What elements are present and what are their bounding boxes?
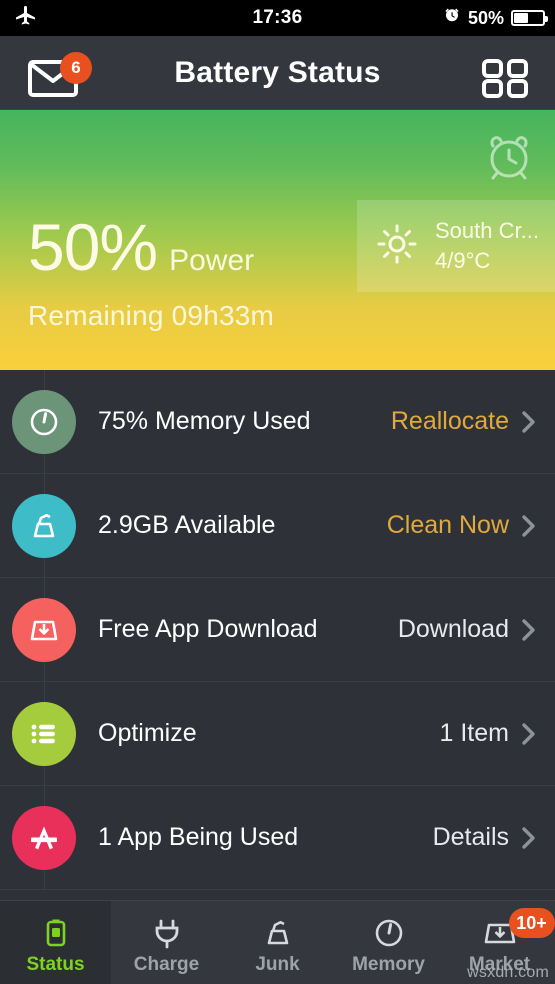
app-header: 6 Battery Status xyxy=(0,36,555,110)
alarm-icon xyxy=(443,7,461,30)
chevron-right-icon[interactable] xyxy=(515,825,541,851)
list-item-label: 1 App Being Used xyxy=(98,823,299,851)
list-item-action[interactable]: Details xyxy=(433,823,509,852)
tab-label: Status xyxy=(26,953,85,975)
tab-badge: 10+ xyxy=(508,907,555,938)
plug-icon xyxy=(150,910,184,950)
list-item-label: Free App Download xyxy=(98,615,318,643)
list-item-label: 2.9GB Available xyxy=(98,511,276,539)
watermark: wsxdn.com xyxy=(467,964,549,981)
status-bar: 17:36 50% xyxy=(0,0,555,36)
tab-label: Memory xyxy=(352,953,425,975)
tab-label: Charge xyxy=(133,953,200,975)
grid-menu-button[interactable] xyxy=(481,58,529,98)
chevron-right-icon[interactable] xyxy=(515,409,541,435)
battery-icon xyxy=(511,10,548,26)
page-title: Battery Status xyxy=(174,55,381,89)
list-item-action[interactable]: Download xyxy=(398,615,509,644)
chevron-right-icon[interactable] xyxy=(515,721,541,747)
chevron-right-icon[interactable] xyxy=(515,617,541,643)
weather-temperature: 4/9°C xyxy=(435,248,491,273)
broom-icon xyxy=(12,493,76,558)
list-item-label: 75% Memory Used xyxy=(98,407,311,435)
download-icon xyxy=(12,597,76,662)
list-item[interactable]: 75% Memory Used Reallocate xyxy=(0,370,555,474)
sun-icon xyxy=(375,222,419,271)
list-item-action[interactable]: Reallocate xyxy=(391,407,509,436)
list-item[interactable]: 1 App Being Used Details xyxy=(0,786,555,890)
battery-remaining-label: Remaining 09h33m xyxy=(28,300,275,331)
tab-charge[interactable]: Charge xyxy=(111,901,222,984)
battery-percent-display: 50% Power xyxy=(28,214,254,280)
tab-label: Junk xyxy=(255,953,300,975)
weather-location: South Cr... xyxy=(435,218,539,244)
broom-icon xyxy=(261,910,295,950)
status-bar-right: 50% xyxy=(443,0,548,36)
list-item[interactable]: 2.9GB Available Clean Now xyxy=(0,474,555,578)
alarm-clock-icon[interactable] xyxy=(481,128,537,184)
list-item-action[interactable]: 1 Item xyxy=(440,719,509,748)
gauge-icon xyxy=(372,910,406,950)
list-item[interactable]: Optimize 1 Item xyxy=(0,682,555,786)
list-item[interactable]: Free App Download Download xyxy=(0,578,555,682)
battery-icon xyxy=(39,910,73,950)
chevron-right-icon[interactable] xyxy=(515,513,541,539)
weather-text: South Cr... 4/9°C xyxy=(435,216,539,275)
list-icon xyxy=(12,701,76,766)
tab-memory[interactable]: Memory xyxy=(333,901,444,984)
weather-widget[interactable]: South Cr... 4/9°C xyxy=(357,200,555,292)
inbox-icon: 10+ xyxy=(483,907,555,950)
battery-power-label: Power xyxy=(169,244,255,277)
list-item-action[interactable]: Clean Now xyxy=(387,511,509,540)
battery-hero-panel: 50% Power Remaining 09h33m South Cr... 4… xyxy=(0,110,555,370)
gauge-icon xyxy=(12,389,76,454)
tab-status[interactable]: Status xyxy=(0,901,111,984)
battery-percent-label: 50% xyxy=(467,7,504,28)
app-root: 17:36 50% 6 Battery Status 50% Power Rem… xyxy=(0,0,555,984)
battery-percent-value: 50% xyxy=(28,210,158,284)
status-list: 75% Memory Used Reallocate 2.9GB Available… xyxy=(0,370,555,890)
battery-fill xyxy=(514,13,528,23)
tab-junk[interactable]: Junk xyxy=(222,901,333,984)
list-item-label: Optimize xyxy=(98,719,197,747)
appstore-icon xyxy=(12,805,76,870)
